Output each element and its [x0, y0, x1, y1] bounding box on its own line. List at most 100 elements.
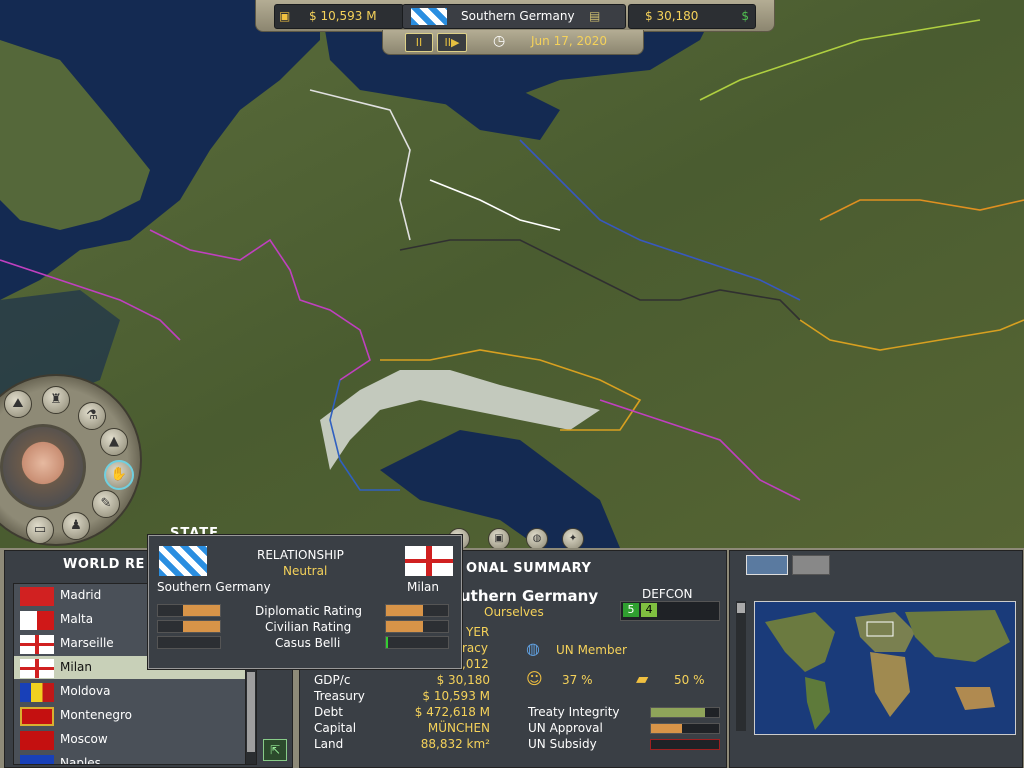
diplomatic-rating-label: Diplomatic Rating — [255, 604, 363, 618]
defcon-level-5: 5 — [623, 603, 639, 617]
minimap[interactable] — [754, 601, 1016, 735]
clock-icon[interactable]: ◷ — [493, 33, 505, 49]
treasury-display[interactable]: ▣ $ 10,593 M — [274, 4, 404, 29]
list-item-label: Marseille — [60, 636, 114, 650]
un-subsidy-bar — [650, 739, 720, 750]
approval-percent: 37 % — [562, 673, 593, 687]
naples-flag-icon — [20, 755, 54, 764]
list-item-label: Madrid — [60, 588, 102, 602]
gdp-display[interactable]: $ 30,180 $ — [628, 4, 756, 29]
minimap-scroll[interactable] — [736, 601, 746, 731]
minimap-tab-flat[interactable] — [792, 555, 830, 575]
money-icon: ▣ — [279, 9, 291, 23]
moscow-flag-icon — [20, 731, 54, 750]
minimap-continents — [765, 610, 1010, 730]
marseille-flag-icon — [20, 635, 54, 654]
population-icon: ☺ — [526, 669, 543, 688]
debt-value: $ 472,618 M — [414, 705, 490, 719]
defcon-label: DEFCON — [642, 587, 693, 601]
country-selector[interactable]: Southern Germany ▤ — [402, 4, 626, 29]
list-item[interactable]: Naples — [14, 752, 246, 765]
casus-belli-label: Casus Belli — [275, 636, 341, 650]
milan-flag-icon — [20, 659, 54, 678]
advisor-panel: ⛰ ♜ ⚗ ▲ ✋ ✎ ♟ ▭ — [0, 372, 142, 548]
treasury-icon[interactable]: ▭ — [26, 516, 54, 544]
un-approval-label: UN Approval — [528, 721, 603, 735]
tab-icon-4[interactable]: ✦ — [562, 528, 584, 550]
summary-country-name: uthern Germany — [460, 587, 599, 605]
play-button[interactable]: II▶ — [437, 33, 467, 52]
minimap-tab-globe[interactable] — [746, 555, 788, 575]
malta-flag-icon — [20, 611, 54, 630]
minimap-panel — [729, 550, 1023, 768]
debt-label: Debt — [314, 705, 343, 719]
land-label: Land — [314, 737, 344, 751]
summary-relation: Ourselves — [484, 605, 544, 619]
list-item[interactable]: Moscow — [14, 728, 246, 751]
milan-flag-icon — [405, 546, 453, 576]
economy-icon[interactable]: ▲ — [100, 428, 128, 456]
relationship-popup: RELATIONSHIP Neutral Southern Germany Mi… — [148, 535, 462, 669]
relationship-title: RELATIONSHIP — [257, 548, 344, 562]
play-label: II▶ — [444, 36, 460, 49]
right-casus-belli-bar — [385, 636, 449, 649]
list-item[interactable]: Moldova — [14, 680, 246, 703]
un-icon: ◍ — [526, 639, 540, 658]
research-icon[interactable]: ⚗ — [78, 402, 106, 430]
list-item-label: Malta — [60, 612, 94, 626]
map-view-icon[interactable]: ⛰ — [4, 390, 32, 418]
military-tank-icon: ▰ — [636, 669, 649, 688]
list-item-label: Milan — [60, 660, 92, 674]
list-item-label: Naples — [60, 756, 101, 765]
covert-icon[interactable]: ✎ — [92, 490, 120, 518]
capital-label: Capital — [314, 721, 357, 735]
security-icon[interactable]: ♟ — [62, 512, 90, 540]
list-item[interactable]: Montenegro — [14, 704, 246, 727]
treasury-label: Treasury — [314, 689, 365, 703]
cabinet-icon[interactable]: ▤ — [589, 5, 600, 28]
left-diplomatic-bar — [157, 604, 221, 617]
madrid-flag-icon — [20, 587, 54, 606]
scrollbar-thumb[interactable] — [247, 672, 255, 752]
un-approval-bar — [650, 723, 720, 734]
defcon-level-4: 4 — [641, 603, 657, 617]
relationship-status: Neutral — [283, 564, 328, 578]
time-control-bar: II II▶ ◷ Jun 17, 2020 — [382, 30, 644, 55]
defcon-indicator[interactable]: 5 4 — [620, 601, 720, 621]
world-map[interactable] — [0, 0, 1024, 548]
summary-partial-3: ,012 — [462, 657, 489, 671]
treaty-integrity-label: Treaty Integrity — [528, 705, 620, 719]
tab-icon-3[interactable]: ◍ — [526, 528, 548, 550]
moldova-flag-icon — [20, 683, 54, 702]
left-country-name: Southern Germany — [157, 580, 271, 594]
treasury-value: $ 10,593 M — [422, 689, 490, 703]
land-value: 88,832 km² — [420, 737, 490, 751]
treaty-integrity-bar — [650, 707, 720, 718]
top-resource-bar: ▣ $ 10,593 M Southern Germany ▤ $ 30,180… — [255, 0, 775, 32]
left-casus-belli-bar — [157, 636, 221, 649]
pause-button[interactable]: II — [405, 33, 433, 52]
expand-icon[interactable]: ⇱ — [263, 739, 287, 761]
right-civilian-bar — [385, 620, 449, 633]
advisor-portrait[interactable] — [0, 424, 86, 510]
country-name: Southern Germany — [461, 9, 575, 23]
bavaria-flag-icon — [159, 546, 207, 576]
capital-value[interactable]: MÜNCHEN — [400, 721, 490, 735]
list-item-label: Moldova — [60, 684, 111, 698]
tab-icon-2[interactable]: ▣ — [488, 528, 510, 550]
list-item-label: Moscow — [60, 732, 108, 746]
gdp-value: $ 30,180 — [436, 673, 490, 687]
military-icon[interactable]: ♜ — [42, 386, 70, 414]
bavaria-flag-icon — [411, 8, 447, 25]
gdp-label: GDP/c — [314, 673, 351, 687]
left-civilian-bar — [157, 620, 221, 633]
summary-partial-2: racy — [462, 641, 488, 655]
un-member-status: UN Member — [556, 643, 627, 657]
right-diplomatic-bar — [385, 604, 449, 617]
map-terrain — [0, 0, 1024, 548]
people-money-icon: $ — [741, 9, 749, 23]
summary-partial-1: YER — [466, 625, 490, 639]
game-date: Jun 17, 2020 — [531, 34, 608, 48]
treasury-value: $ 10,593 M — [309, 9, 377, 23]
diplomacy-icon[interactable]: ✋ — [104, 460, 134, 490]
